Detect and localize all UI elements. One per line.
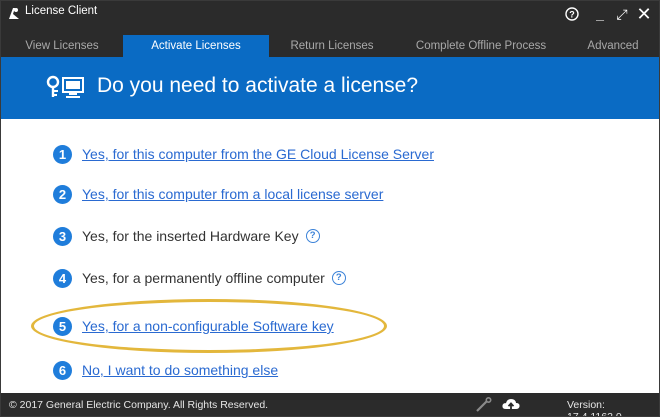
- app-title: License Client: [25, 5, 98, 17]
- title-bar: License Client ? _ ⤢ ✕: [1, 1, 659, 35]
- version-text: Version: 17.4.1162.0: [567, 399, 622, 417]
- help-icon[interactable]: ?: [305, 229, 320, 243]
- key-computer-icon: [46, 75, 84, 98]
- option-label[interactable]: No, I want to do something else: [82, 362, 278, 378]
- copyright-text: © 2017 General Electric Company. All Rig…: [9, 399, 269, 411]
- option-label: Yes, for a permanently offline computer: [82, 270, 325, 286]
- option-software-key[interactable]: 5 Yes, for a non-configurable Software k…: [53, 315, 334, 337]
- activation-options-list: 1 Yes, for this computer from the GE Clo…: [1, 119, 659, 381]
- close-button[interactable]: ✕: [633, 3, 655, 25]
- tab-complete-offline-process[interactable]: Complete Offline Process: [395, 35, 567, 57]
- option-label: Yes, for the inserted Hardware Key: [82, 228, 299, 244]
- status-bar: © 2017 General Electric Company. All Rig…: [1, 393, 659, 417]
- number-badge: 4: [53, 268, 72, 288]
- app-logo-icon: [9, 8, 19, 19]
- license-client-window: License Client ? _ ⤢ ✕ View Licenses Act…: [0, 0, 660, 417]
- number-badge: 3: [53, 226, 72, 246]
- tools-icon[interactable]: [475, 397, 493, 413]
- option-label[interactable]: Yes, for this computer from the GE Cloud…: [82, 146, 434, 162]
- help-circle-icon: ?: [565, 7, 579, 21]
- number-badge: 2: [53, 184, 72, 204]
- maximize-button[interactable]: ⤢: [611, 3, 633, 25]
- tab-bar: View Licenses Activate Licenses Return L…: [1, 35, 659, 57]
- page-title: Do you need to activate a license?: [97, 74, 419, 97]
- help-button[interactable]: ?: [561, 3, 583, 25]
- number-badge: 1: [53, 144, 72, 164]
- tab-activate-licenses[interactable]: Activate Licenses: [123, 35, 269, 57]
- option-hardware-key[interactable]: 3 Yes, for the inserted Hardware Key ?: [53, 225, 320, 247]
- option-cloud-license-server[interactable]: 1 Yes, for this computer from the GE Clo…: [53, 143, 434, 165]
- svg-text:?: ?: [569, 10, 575, 20]
- help-icon[interactable]: ?: [331, 271, 346, 285]
- number-badge: 5: [53, 316, 72, 336]
- option-something-else[interactable]: 6 No, I want to do something else: [53, 359, 278, 381]
- number-badge: 6: [53, 360, 72, 380]
- minimize-button[interactable]: _: [589, 3, 611, 25]
- tab-advanced[interactable]: Advanced: [567, 35, 659, 57]
- option-local-license-server[interactable]: 2 Yes, for this computer from a local li…: [53, 183, 383, 205]
- cloud-upload-icon[interactable]: [501, 397, 521, 413]
- option-label[interactable]: Yes, for a non-configurable Software key: [82, 318, 334, 334]
- tab-view-licenses[interactable]: View Licenses: [1, 35, 123, 57]
- tab-return-licenses[interactable]: Return Licenses: [269, 35, 395, 57]
- option-offline-computer[interactable]: 4 Yes, for a permanently offline compute…: [53, 267, 346, 289]
- page-header: Do you need to activate a license?: [1, 57, 659, 119]
- option-label[interactable]: Yes, for this computer from a local lice…: [82, 186, 383, 202]
